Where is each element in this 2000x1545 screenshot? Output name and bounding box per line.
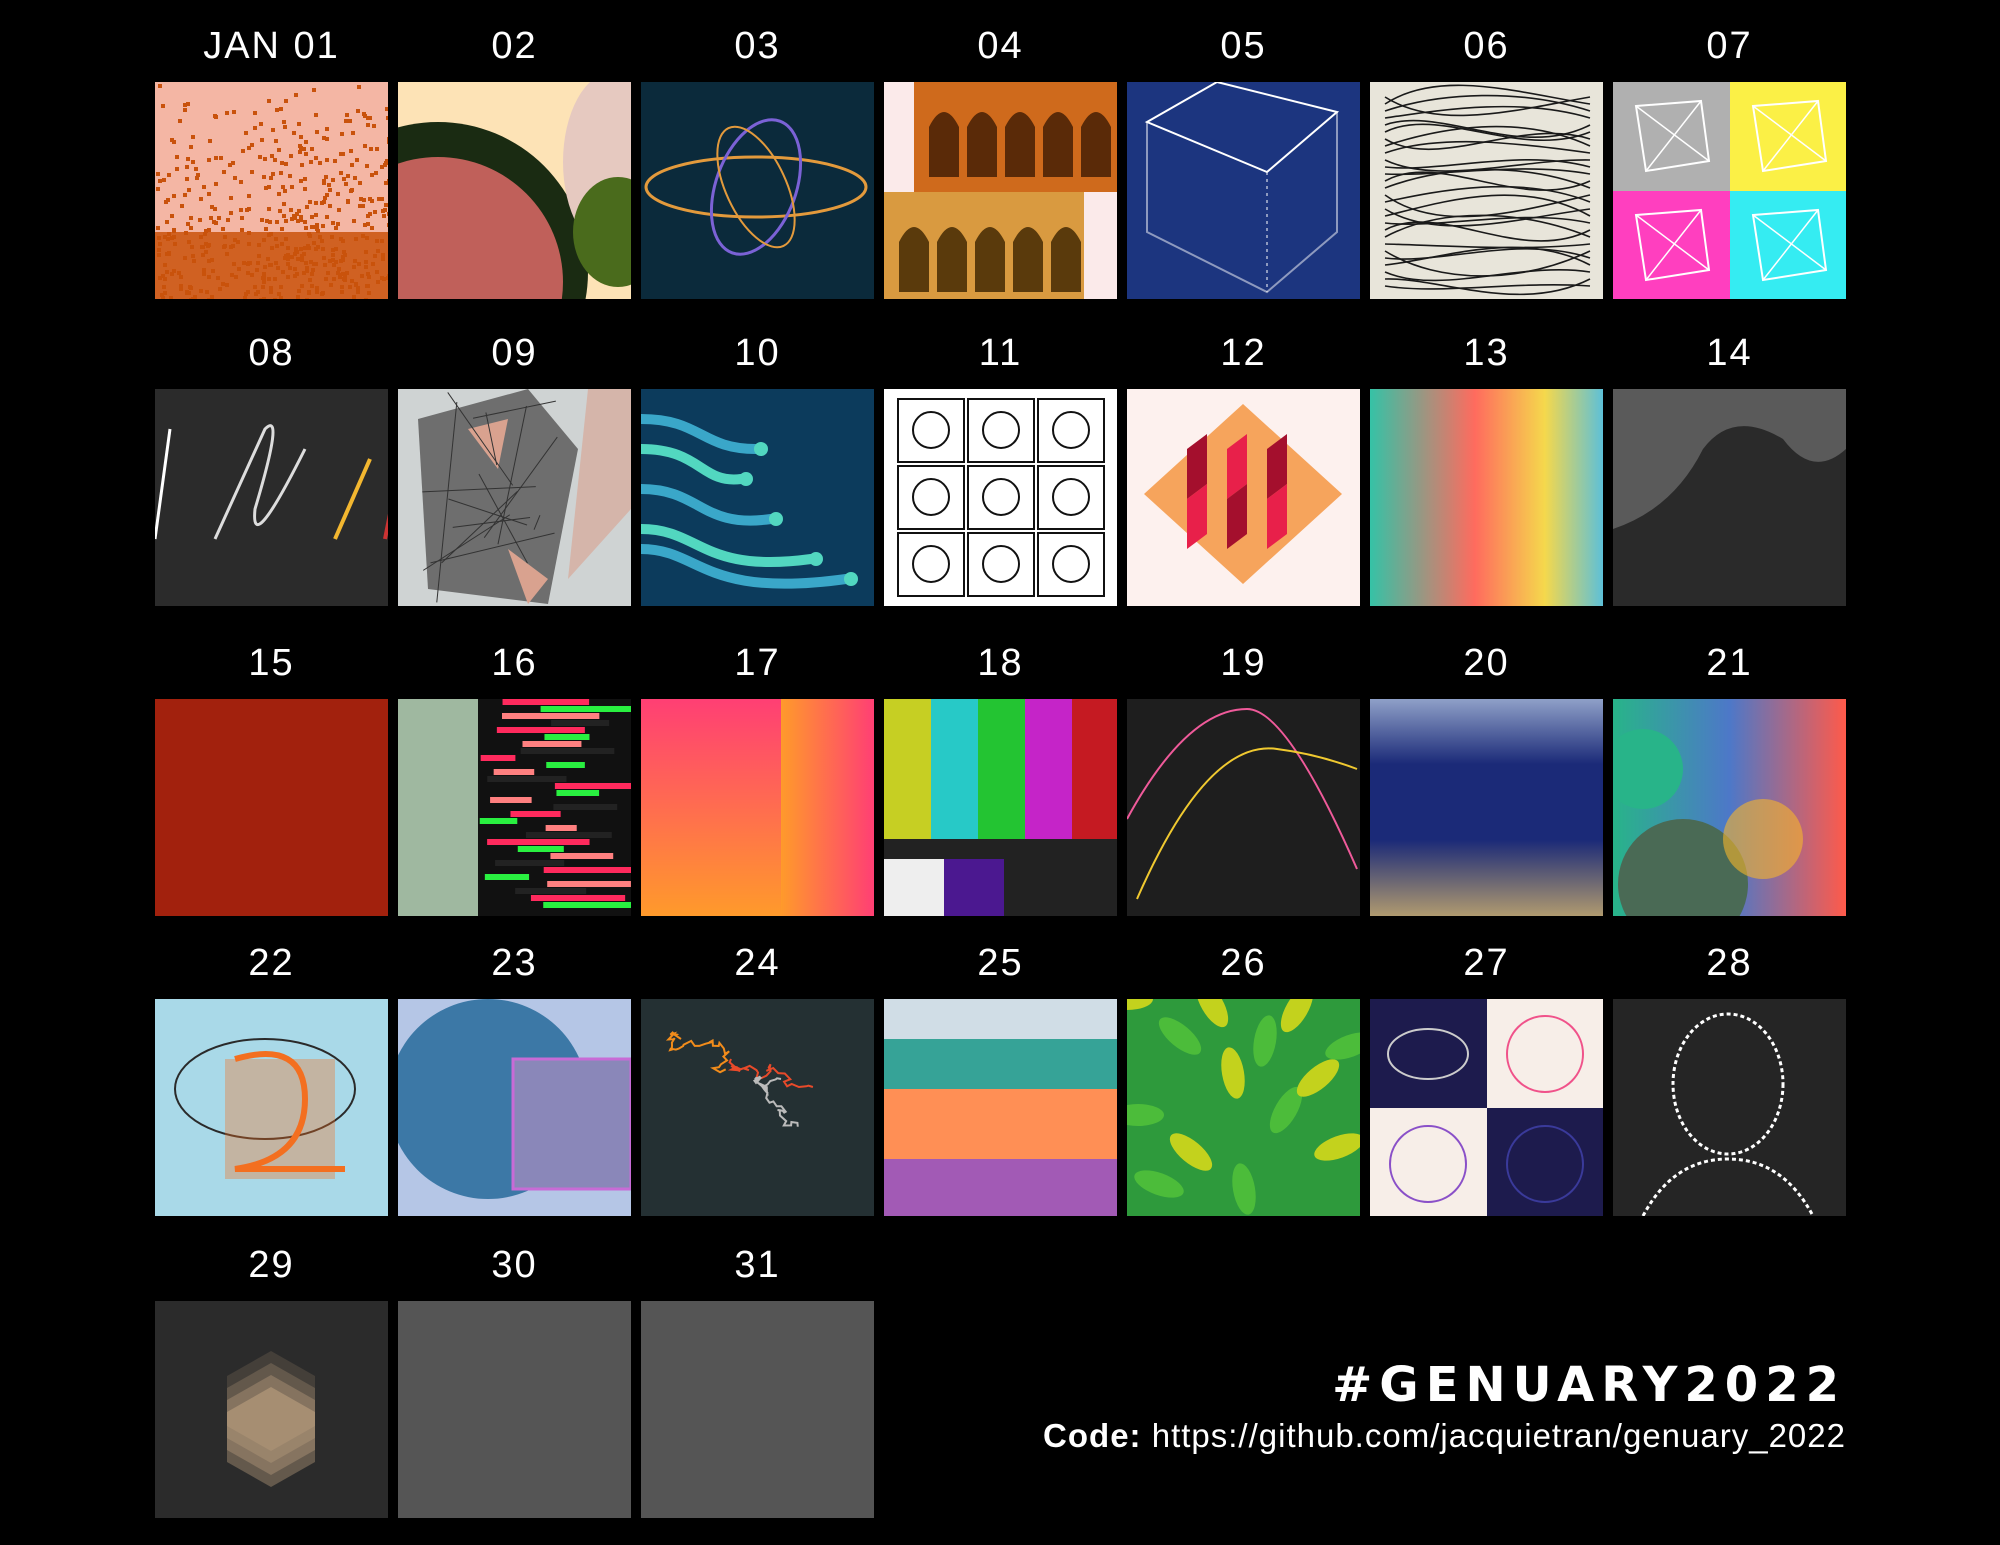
artwork-thumbnail-mesh-quadrants[interactable] [1613, 82, 1846, 299]
day-label: 04 [884, 11, 1117, 82]
day-label: 02 [398, 11, 631, 82]
day-label: 18 [884, 628, 1117, 699]
day-label: 25 [884, 928, 1117, 999]
day-cell: 12 [1127, 318, 1360, 606]
day-label: 15 [155, 628, 388, 699]
day-cell: 31 [641, 1230, 874, 1518]
day-label: JAN 01 [155, 11, 388, 82]
day-cell: 10 [641, 318, 874, 606]
day-cell: 21 [1613, 628, 1846, 916]
day-label: 29 [155, 1230, 388, 1301]
artwork-thumbnail-cubes[interactable] [1127, 389, 1360, 606]
artwork-thumbnail-sunset-gradient[interactable] [641, 699, 874, 916]
day-cell: 09 [398, 318, 631, 606]
day-cell: 29 [155, 1230, 388, 1518]
day-label: 26 [1127, 928, 1360, 999]
artwork-thumbnail-gradient-blur[interactable] [1370, 389, 1603, 606]
artwork-thumbnail-terrain[interactable] [1613, 389, 1846, 606]
day-cell: 08 [155, 318, 388, 606]
day-cell: 13 [1370, 318, 1603, 606]
day-label: 28 [1613, 928, 1846, 999]
day-cell: 25 [884, 928, 1117, 1216]
artwork-thumbnail-swirl-2[interactable] [155, 999, 388, 1216]
artwork-thumbnail-text-curves[interactable] [1127, 699, 1360, 916]
day-label: 13 [1370, 318, 1603, 389]
day-cell: 07 [1613, 11, 1846, 299]
day-cell: 14 [1613, 318, 1846, 606]
day-label: 17 [641, 628, 874, 699]
artwork-thumbnail-empty[interactable] [398, 1301, 631, 1518]
hashtag-title: #GENUARY2022 [1332, 1357, 1846, 1413]
artwork-thumbnail-circles-gradient[interactable] [1613, 699, 1846, 916]
code-label: Code: [1043, 1417, 1142, 1454]
day-label: 14 [1613, 318, 1846, 389]
artwork-thumbnail-hexagons[interactable] [155, 1301, 388, 1518]
artwork-thumbnail-orbit-rings[interactable] [641, 82, 874, 299]
day-label: 10 [641, 318, 874, 389]
day-label: 30 [398, 1230, 631, 1301]
day-label: 27 [1370, 928, 1603, 999]
artwork-thumbnail-doodle-grid[interactable] [884, 389, 1117, 606]
day-label: 22 [155, 928, 388, 999]
day-label: 24 [641, 928, 874, 999]
day-cell: 27 [1370, 928, 1603, 1216]
day-cell: 30 [398, 1230, 631, 1518]
day-cell: 02 [398, 11, 631, 299]
day-label: 31 [641, 1230, 874, 1301]
day-cell: 05 [1127, 11, 1360, 299]
artwork-thumbnail-portrait-lines[interactable] [1613, 999, 1846, 1216]
code-link-line[interactable]: Code: https://github.com/jacquietran/gen… [1043, 1417, 1846, 1455]
day-label: 11 [884, 318, 1117, 389]
day-label: 23 [398, 928, 631, 999]
day-label: 07 [1613, 11, 1846, 82]
day-label: 16 [398, 628, 631, 699]
artwork-thumbnail-red-texture[interactable] [155, 699, 388, 916]
day-label: 06 [1370, 11, 1603, 82]
day-cell: 26 [1127, 928, 1360, 1216]
artwork-thumbnail-arches[interactable] [884, 82, 1117, 299]
artwork-thumbnail-landscape-bands[interactable] [884, 999, 1117, 1216]
day-label: 03 [641, 11, 874, 82]
code-url-link[interactable]: https://github.com/jacquietran/genuary_2… [1152, 1417, 1846, 1454]
day-cell: 20 [1370, 628, 1603, 916]
artwork-thumbnail-circles-squares[interactable] [398, 999, 631, 1216]
day-cell: 28 [1613, 928, 1846, 1216]
artwork-thumbnail-scribbles[interactable] [155, 389, 388, 606]
day-cell: 16 [398, 628, 631, 916]
day-cell: 18 [884, 628, 1117, 916]
day-label: 20 [1370, 628, 1603, 699]
artwork-thumbnail-attractors[interactable] [1370, 999, 1603, 1216]
artwork-thumbnail-empty[interactable] [641, 1301, 874, 1518]
artwork-thumbnail-random-walk[interactable] [641, 999, 874, 1216]
artwork-thumbnail-branches[interactable] [641, 389, 874, 606]
day-label: 05 [1127, 11, 1360, 82]
artwork-thumbnail-isometric-box[interactable] [1127, 82, 1360, 299]
day-cell: 19 [1127, 628, 1360, 916]
artwork-thumbnail-shapes-dither[interactable] [398, 82, 631, 299]
day-label: 09 [398, 318, 631, 389]
day-label: 12 [1127, 318, 1360, 389]
day-cell: 17 [641, 628, 874, 916]
day-label: 08 [155, 318, 388, 389]
day-cell: 04 [884, 11, 1117, 299]
artwork-thumbnail-glitch[interactable] [398, 699, 631, 916]
artwork-thumbnail-noise-horizon[interactable] [1370, 699, 1603, 916]
day-cell: 23 [398, 928, 631, 1216]
day-cell: 15 [155, 628, 388, 916]
artwork-thumbnail-flow-field[interactable] [1370, 82, 1603, 299]
day-cell: 03 [641, 11, 874, 299]
day-cell: 11 [884, 318, 1117, 606]
day-cell: 22 [155, 928, 388, 1216]
artwork-thumbnail-triangulation[interactable] [398, 389, 631, 606]
artwork-thumbnail-leaves[interactable] [1127, 999, 1360, 1216]
day-cell: JAN 01 [155, 11, 388, 299]
artwork-thumbnail-pixel-noise-orange[interactable] [155, 82, 388, 299]
artwork-thumbnail-test-pattern[interactable] [884, 699, 1117, 916]
day-cell: 06 [1370, 11, 1603, 299]
day-label: 21 [1613, 628, 1846, 699]
day-cell: 24 [641, 928, 874, 1216]
day-label: 19 [1127, 628, 1360, 699]
